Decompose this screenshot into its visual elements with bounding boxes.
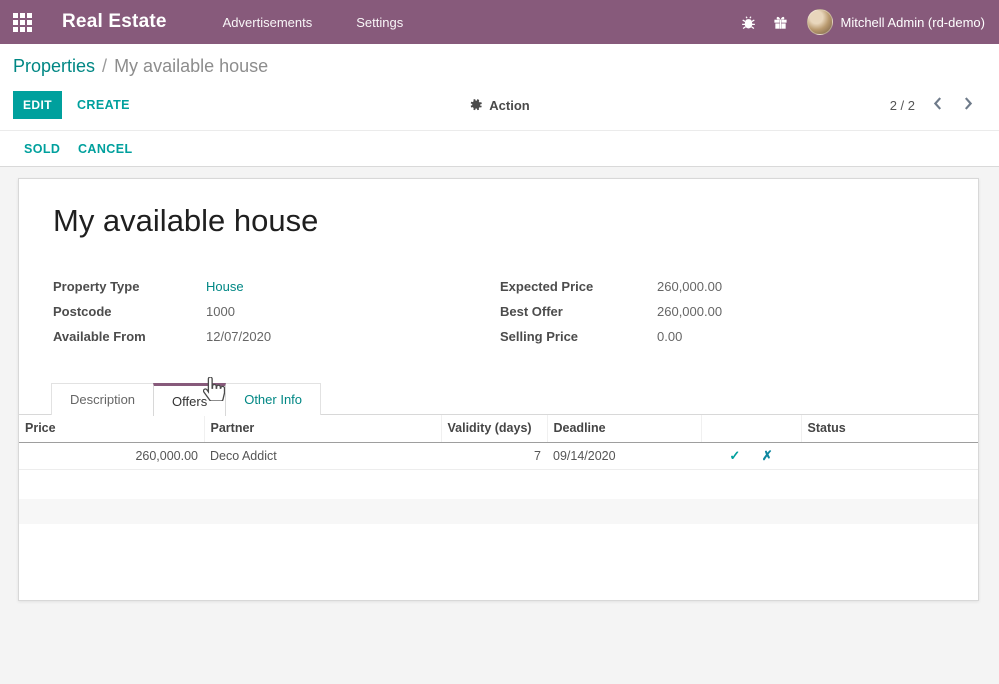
postcode-value: 1000 (206, 304, 235, 319)
expected-price-value: 260,000.00 (657, 279, 722, 294)
selling-price-value: 0.00 (657, 329, 682, 344)
offer-partner: Deco Addict (204, 442, 441, 469)
column-header-partner[interactable]: Partner (204, 415, 441, 442)
breadcrumb-current: My available house (114, 56, 268, 76)
field-available-from: Available From 12/07/2020 (53, 329, 271, 354)
top-navbar: Real Estate Advertisements Settings (0, 0, 999, 44)
cancel-button[interactable]: CANCEL (78, 131, 132, 167)
grid-icon (13, 13, 32, 32)
field-label: Best Offer (500, 304, 657, 319)
offer-row[interactable]: 260,000.00 Deco Addict 7 09/14/2020 ✓ ✗ (19, 442, 978, 469)
user-menu[interactable]: Mitchell Admin (rd-demo) (841, 15, 986, 30)
control-buttons-row: EDIT CREATE Action 2 / 2 (0, 91, 999, 119)
pager: 2 / 2 (890, 91, 977, 119)
field-group-left: Property Type House Postcode 1000 Availa… (53, 279, 271, 354)
field-property-type: Property Type House (53, 279, 271, 304)
offer-actions: ✓ ✗ (701, 442, 801, 469)
breadcrumb: Properties / My available house (13, 56, 268, 77)
field-best-offer: Best Offer 260,000.00 (500, 304, 722, 329)
offer-price: 260,000.00 (19, 442, 204, 469)
field-selling-price: Selling Price 0.00 (500, 329, 722, 354)
column-header-status[interactable]: Status (801, 415, 978, 442)
field-group-right: Expected Price 260,000.00 Best Offer 260… (500, 279, 722, 354)
tab-description[interactable]: Description (51, 383, 154, 415)
field-label: Property Type (53, 279, 206, 294)
apps-menu-icon[interactable] (0, 0, 44, 44)
action-menu-button[interactable]: Action (440, 91, 560, 119)
breadcrumb-properties-link[interactable]: Properties (13, 56, 95, 76)
column-header-actions (701, 415, 801, 442)
best-offer-value: 260,000.00 (657, 304, 722, 319)
field-label: Postcode (53, 304, 206, 319)
offers-table-header: Price Partner Validity (days) Deadline S… (19, 415, 978, 442)
tab-other-info[interactable]: Other Info (225, 383, 321, 415)
control-panel: Properties / My available house EDIT CREAT… (0, 44, 999, 130)
tab-offers[interactable]: Offers (153, 383, 226, 416)
pager-count: 2 / 2 (890, 98, 915, 113)
available-from-value: 12/07/2020 (206, 329, 271, 344)
chevron-left-icon (933, 97, 942, 110)
menu-item-advertisements[interactable]: Advertisements (223, 15, 313, 30)
offer-status (801, 442, 978, 469)
debug-bug-icon[interactable] (733, 0, 765, 44)
offer-deadline: 09/14/2020 (547, 442, 701, 469)
user-avatar[interactable] (807, 9, 833, 35)
field-label: Selling Price (500, 329, 657, 344)
offer-validity: 7 (441, 442, 547, 469)
menu-item-settings[interactable]: Settings (356, 15, 403, 30)
gear-icon (469, 98, 483, 112)
property-title: My available house (53, 203, 318, 239)
gift-icon (773, 15, 788, 30)
property-type-link[interactable]: House (206, 279, 244, 294)
accept-offer-check-icon[interactable]: ✓ (720, 448, 749, 464)
edit-button[interactable]: EDIT (13, 91, 62, 119)
top-menu: Advertisements Settings (223, 15, 404, 30)
pager-previous-button[interactable] (929, 95, 946, 115)
action-label: Action (489, 98, 529, 113)
refuse-offer-x-icon[interactable]: ✗ (753, 448, 782, 464)
breadcrumb-separator: / (102, 56, 107, 76)
topbar-right: Mitchell Admin (rd-demo) (733, 0, 999, 44)
form-sheet: My available house Property Type House P… (18, 178, 979, 601)
chevron-right-icon (964, 97, 973, 110)
form-statusbar: SOLD CANCEL (0, 130, 999, 167)
empty-row-stripe (19, 499, 978, 524)
column-header-validity[interactable]: Validity (days) (441, 415, 547, 442)
sold-button[interactable]: SOLD (24, 131, 60, 167)
offers-table: Price Partner Validity (days) Deadline S… (19, 415, 978, 470)
app-name: Real Estate (62, 11, 167, 33)
field-label: Available From (53, 329, 206, 344)
column-header-price[interactable]: Price (19, 415, 204, 442)
field-expected-price: Expected Price 260,000.00 (500, 279, 722, 304)
pager-next-button[interactable] (960, 95, 977, 115)
column-header-deadline[interactable]: Deadline (547, 415, 701, 442)
field-postcode: Postcode 1000 (53, 304, 271, 329)
bug-icon (741, 15, 756, 30)
notebook-tabs: Description Offers Other Info (19, 383, 978, 415)
create-button[interactable]: CREATE (77, 91, 130, 119)
gift-icon-button[interactable] (765, 0, 797, 44)
field-label: Expected Price (500, 279, 657, 294)
odoo-window: Real Estate Advertisements Settings (0, 0, 999, 684)
